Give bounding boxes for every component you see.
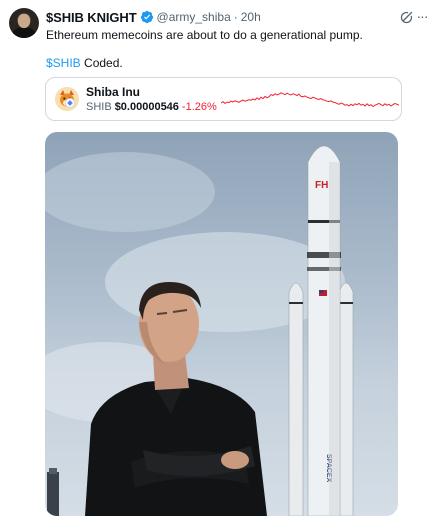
avatar[interactable] xyxy=(9,8,39,38)
tweet-text-line1: Ethereum memecoins are about to do a gen… xyxy=(46,28,363,42)
sparkline-line xyxy=(221,92,399,108)
more-icon[interactable]: ··· xyxy=(415,9,429,25)
author-handle[interactable]: @army_shiba xyxy=(157,10,231,24)
ticker-card[interactable]: Shiba Inu SHIB $0.00000546 -1.26% xyxy=(45,77,402,121)
tweet-header: $SHIB KNIGHT @army_shiba · 20h xyxy=(46,9,261,25)
rocket: FH SPACEX xyxy=(288,145,354,516)
cashtag-link[interactable]: $SHIB xyxy=(46,56,81,70)
coin-price: $0.00000546 xyxy=(114,101,179,113)
distant-tower xyxy=(47,472,59,516)
coin-symbol: SHIB xyxy=(86,101,112,113)
tweet-time[interactable]: 20h xyxy=(241,10,261,24)
tweet: $SHIB KNIGHT @army_shiba · 20h ··· Ether… xyxy=(0,0,429,528)
coin-price-row: SHIB $0.00000546 -1.26% xyxy=(86,101,217,113)
tweet-text-rest: Coded. xyxy=(80,56,123,70)
coin-change: -1.26% xyxy=(181,101,217,113)
tweet-text-line2: $SHIB Coded. xyxy=(46,56,123,70)
author-name[interactable]: $SHIB KNIGHT xyxy=(46,10,137,25)
grok-icon[interactable] xyxy=(399,10,414,25)
tweet-photo[interactable]: FH SPACEX xyxy=(45,132,398,516)
avatar-face xyxy=(18,14,30,28)
coin-name: Shiba Inu xyxy=(86,85,140,99)
header-separator: · xyxy=(233,10,238,24)
verified-badge-icon xyxy=(140,10,153,24)
rocket-badge: FH xyxy=(315,180,328,191)
price-sparkline xyxy=(221,92,399,108)
photo-illustration: FH SPACEX xyxy=(45,145,354,516)
avatar-body xyxy=(12,27,36,38)
ethereum-badge-icon xyxy=(65,98,75,108)
